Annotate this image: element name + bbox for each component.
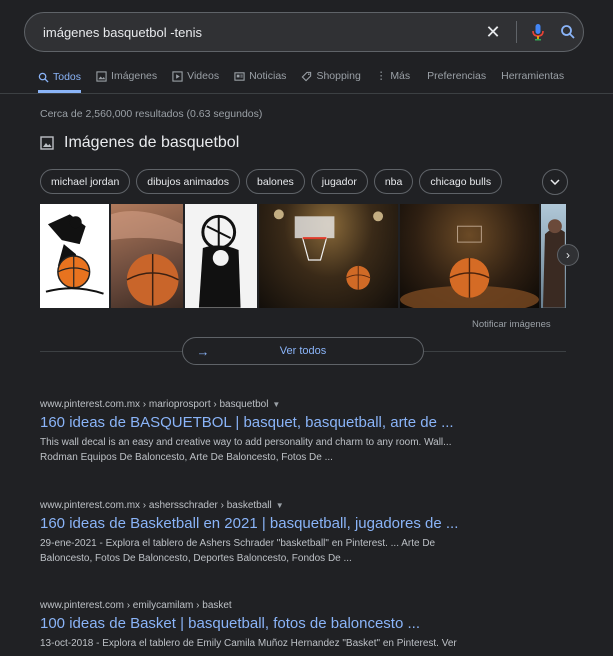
snippet-line: 29-ene-2021 - Explora el tablero de Ashe…	[40, 538, 436, 549]
tab-label: Noticias	[249, 70, 287, 82]
caret-down-icon[interactable]: ▼	[272, 400, 280, 409]
section-heading: Imágenes de basquetbol	[64, 134, 240, 151]
image-thumbnails	[40, 204, 566, 308]
tab-imagenes[interactable]: Imágenes	[96, 64, 157, 88]
tab-shopping[interactable]: Shopping	[301, 64, 361, 88]
image-thumbnail[interactable]	[184, 204, 258, 308]
search-bar[interactable]: imágenes basquetbol -tenis ✕	[24, 12, 584, 52]
tab-preferencias[interactable]: Preferencias	[427, 64, 486, 88]
snippet-line: Baloncesto, Fotos De Baloncesto, Deporte…	[40, 553, 352, 564]
result-url[interactable]: www.pinterest.com.mx › marioprosport › b…	[40, 399, 580, 410]
result-title-link[interactable]: 160 ideas de Basketball en 2021 | basque…	[40, 515, 580, 532]
image-thumbnail[interactable]	[40, 204, 110, 308]
image-thumbnail[interactable]	[111, 204, 183, 308]
search-icon	[38, 72, 49, 83]
result-url-text: www.pinterest.com.mx › ashersschrader › …	[40, 500, 272, 511]
tab-label: Shopping	[316, 70, 361, 82]
search-result: www.pinterest.com.mx › ashersschrader › …	[40, 500, 580, 566]
result-url-text: www.pinterest.com › emilycamilam › baske…	[40, 600, 232, 611]
search-result: www.pinterest.com.mx › marioprosport › b…	[40, 399, 580, 465]
result-url[interactable]: www.pinterest.com › emilycamilam › baske…	[40, 600, 580, 611]
image-thumbnail[interactable]	[259, 204, 399, 308]
tag-icon	[302, 71, 312, 81]
tab-mas[interactable]: ⋮ Más	[376, 64, 410, 88]
see-all-button[interactable]: → Ver todos	[182, 337, 424, 365]
chip-jugador[interactable]: jugador	[310, 169, 368, 194]
chip-nba[interactable]: nba	[373, 169, 414, 194]
result-url-text: www.pinterest.com.mx › marioprosport › b…	[40, 399, 269, 410]
see-all-label: Ver todos	[279, 345, 327, 357]
result-title-link[interactable]: 100 ideas de Basket | basquetball, fotos…	[40, 615, 580, 632]
video-icon	[172, 70, 183, 82]
chevron-right-icon[interactable]: ›	[557, 244, 579, 266]
result-stats: Cerca de 2,560,000 resultados (0.63 segu…	[40, 108, 263, 120]
result-snippet: 29-ene-2021 - Explora el tablero de Ashe…	[40, 536, 580, 566]
search-input[interactable]: imágenes basquetbol -tenis	[43, 25, 476, 40]
result-title-link[interactable]: 160 ideas de BASQUETBOL | basquet, basqu…	[40, 414, 580, 431]
tab-todos[interactable]: Todos	[38, 64, 82, 93]
image-chips: michael jordan dibujos animados balones …	[40, 169, 503, 194]
chip-balones[interactable]: balones	[246, 169, 305, 194]
tab-label: Preferencias	[427, 70, 487, 82]
caret-down-icon[interactable]: ▼	[276, 501, 284, 510]
snippet-line: 13-oct-2018 - Explora el tablero de Emil…	[40, 638, 457, 649]
microphone-icon[interactable]	[523, 17, 553, 47]
image-icon	[40, 136, 54, 150]
result-snippet: 13-oct-2018 - Explora el tablero de Emil…	[40, 636, 580, 651]
search-tabs: Todos Imágenes Videos Noticias Shopping …	[0, 64, 613, 94]
chip-dibujos-animados[interactable]: dibujos animados	[136, 169, 241, 194]
search-result: www.pinterest.com › emilycamilam › baske…	[40, 600, 580, 651]
tab-noticias[interactable]: Noticias	[234, 64, 286, 88]
tab-label: Más	[390, 70, 411, 82]
result-snippet: This wall decal is an easy and creative …	[40, 435, 580, 465]
notify-images-link[interactable]: Notificar imágenes	[472, 319, 551, 330]
result-url[interactable]: www.pinterest.com.mx › ashersschrader › …	[40, 500, 580, 511]
news-icon	[234, 71, 245, 81]
tab-label: Imágenes	[111, 70, 158, 82]
arrow-right-icon: →	[196, 343, 210, 359]
image-thumbnail[interactable]	[400, 204, 540, 308]
image-icon	[96, 70, 107, 82]
images-section-title[interactable]: Imágenes de basquetbol	[40, 134, 239, 152]
search-icon[interactable]	[553, 17, 583, 47]
chip-chicago-bulls[interactable]: chicago bulls	[419, 169, 503, 194]
tab-herramientas[interactable]: Herramientas	[501, 64, 564, 88]
clear-icon[interactable]: ✕	[476, 22, 510, 43]
more-vert-icon: ⋮	[375, 70, 387, 82]
divider	[516, 21, 517, 43]
chevron-down-icon[interactable]	[542, 169, 568, 195]
tab-label: Videos	[187, 70, 220, 82]
tab-label: Todos	[53, 71, 82, 83]
snippet-line: Rodman Equipos De Baloncesto, Arte De Ba…	[40, 452, 333, 463]
chip-michael-jordan[interactable]: michael jordan	[40, 169, 131, 194]
tab-label: Herramientas	[501, 70, 565, 82]
tab-videos[interactable]: Videos	[172, 64, 219, 88]
snippet-line: This wall decal is an easy and creative …	[40, 437, 452, 448]
